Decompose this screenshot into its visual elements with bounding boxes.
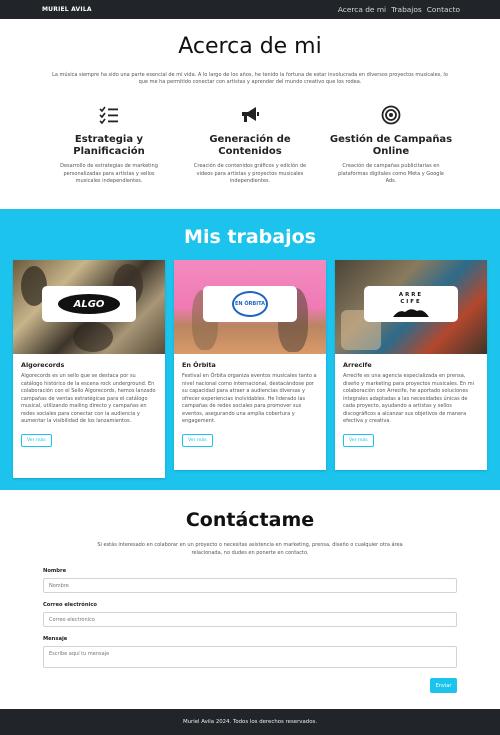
card-text: Algorecords es un sello que se destaca p…	[21, 373, 156, 424]
arrecife-logo: ARRE CIFE	[364, 286, 458, 322]
email-field-group: Correo electrónico	[43, 602, 457, 627]
nav-link-works[interactable]: Trabajos	[391, 5, 422, 14]
about-intro: La música siempre ha sido una parte esen…	[52, 72, 448, 86]
card-image: EN ÓRBITA	[174, 260, 326, 354]
logo-text: ARRE CIFE	[398, 291, 424, 305]
service-title: Gestión de Campañas Online	[329, 134, 453, 157]
en-orbita-logo: EN ÓRBITA	[203, 286, 297, 322]
card-title: En Órbita	[182, 361, 216, 369]
service-desc: Creación de campañas publicitarias en pl…	[338, 163, 444, 184]
card-text: Arrecife es una agencia especializada en…	[343, 373, 475, 424]
card-title: Algorecords	[21, 361, 65, 369]
card-text: Festival en Órbita organiza eventos musi…	[182, 373, 317, 424]
algo-logo: ALGO	[42, 286, 136, 322]
contact-title: Contáctame	[185, 509, 315, 531]
name-input[interactable]	[43, 578, 457, 593]
navbar: MURIEL AVILA Acerca de mi Trabajos Conta…	[0, 0, 500, 19]
service-strategy: Estrategia y Planificación Desarrollo de…	[40, 104, 178, 186]
service-content: Generación de Contenidos Creación de con…	[181, 104, 319, 186]
megaphone-icon	[181, 104, 319, 126]
nav-link-contact[interactable]: Contacto	[427, 5, 460, 14]
about-title: Acerca de mi	[178, 34, 322, 59]
service-desc: Creación de contenidos gráficos y edició…	[193, 163, 307, 184]
footer-text: Muriel Avila 2024. Todos los derechos re…	[182, 719, 318, 725]
service-desc: Desarrollo de estrategias de marketing p…	[60, 163, 158, 184]
work-card-algorecords: ALGO Algorecords Algorecords es un sello…	[13, 260, 165, 478]
email-label: Correo electrónico	[43, 602, 97, 608]
checklist-icon	[40, 104, 178, 126]
logo-text: EN ÓRBITA	[234, 301, 265, 307]
service-title: Estrategia y Planificación	[73, 134, 145, 157]
works-cards: ALGO Algorecords Algorecords es un sello…	[13, 260, 487, 478]
message-input[interactable]	[43, 646, 457, 668]
message-field-group: Mensaje	[43, 636, 457, 668]
footer: Muriel Avila 2024. Todos los derechos re…	[0, 709, 500, 735]
see-more-button[interactable]: Ver más	[182, 433, 213, 447]
card-title: Arrecife	[343, 361, 372, 369]
work-card-arrecife: ARRE CIFE Arrecife Arrecife es una agenc…	[335, 260, 487, 470]
name-field-group: Nombre	[43, 568, 457, 593]
email-input[interactable]	[43, 612, 457, 627]
see-more-button[interactable]: Ver más	[21, 433, 52, 447]
card-image: ALGO	[13, 260, 165, 354]
see-more-button[interactable]: Ver más	[343, 433, 374, 447]
contact-intro: Si estás interesado en colaborar en un p…	[97, 542, 403, 556]
service-campaigns: Gestión de Campañas Online Creación de c…	[322, 104, 460, 186]
message-label: Mensaje	[43, 636, 68, 642]
card-body: Arrecife Arrecife es una agencia especia…	[335, 354, 487, 454]
contact-form: Nombre Correo electrónico Mensaje	[43, 568, 457, 677]
works-section: Mis trabajos ALGO Algorecords Algorecord…	[0, 209, 500, 490]
name-label: Nombre	[43, 568, 67, 574]
target-icon	[322, 104, 460, 126]
work-card-en-orbita: EN ÓRBITA En Órbita Festival en Órbita o…	[174, 260, 326, 470]
nav-links: Acerca de mi Trabajos Contacto	[338, 5, 460, 14]
nav-link-about[interactable]: Acerca de mi	[338, 5, 386, 14]
card-body: Algorecords Algorecords es un sello que …	[13, 354, 165, 454]
card-image: ARRE CIFE	[335, 260, 487, 354]
services-row: Estrategia y Planificación Desarrollo de…	[40, 104, 460, 186]
works-title: Mis trabajos	[184, 226, 316, 248]
submit-button[interactable]: Enviar	[430, 678, 457, 693]
service-title: Generación de Contenidos	[209, 134, 291, 157]
logo-text: ALGO	[73, 298, 105, 310]
card-body: En Órbita Festival en Órbita organiza ev…	[174, 354, 326, 454]
brand-logo[interactable]: MURIEL AVILA	[42, 6, 92, 13]
